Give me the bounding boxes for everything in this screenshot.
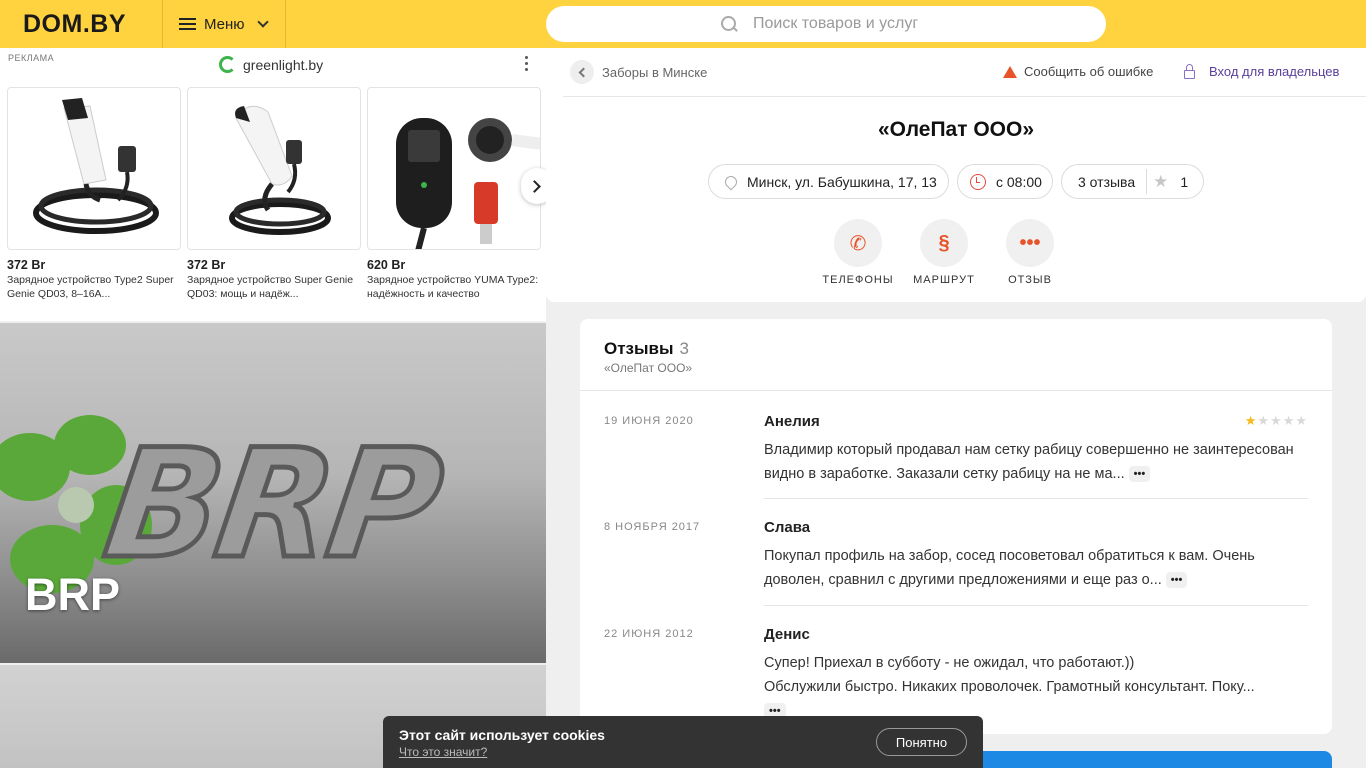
back-button[interactable] [570,60,594,84]
product-description: Зарядное устройство Type2 Super Genie QD… [7,274,174,300]
divider [764,498,1308,499]
product-image [7,87,181,250]
hamburger-icon [179,18,196,30]
phones-action[interactable]: ✆ ТЕЛЕФОНЫ [818,219,898,286]
owner-login-label: Вход для владельцев [1209,64,1340,79]
star-empty-icon: ★ [1270,413,1283,428]
product-price: 620 Br [367,258,406,272]
review-author: Анелия [764,413,820,430]
product-price: 372 Br [187,258,226,272]
search-input[interactable] [753,15,1083,33]
product-image [187,87,361,250]
review-body-line: Обслужили быстро. Никаких проволочек. Гр… [764,679,1255,695]
brp-logo-letters: BRP [93,416,450,595]
reviews-heading: Отзывы [604,339,674,358]
rating-value: 1 [1180,173,1189,190]
star-empty-icon: ★ [1295,413,1308,428]
star-empty-icon: ★ [1282,413,1296,428]
star-filled-icon: ★ [1244,413,1258,428]
review-author: Слава [764,519,811,536]
review-body: Владимир который продавал нам сетку раби… [764,442,1294,482]
chevron-down-icon [256,15,269,28]
ad-product-card[interactable]: 372 Br Зарядное устройство Super Genie Q… [187,87,361,301]
star-empty-icon: ★ [1257,413,1271,428]
ad-product-card[interactable]: 372 Br Зарядное устройство Type2 Super G… [7,87,181,301]
expand-review-button[interactable]: ••• [1165,572,1188,589]
review-rating: ★★★★★ [1245,413,1308,429]
reviews-count-badge: 3 [679,339,689,358]
ad-options-icon[interactable] [525,56,528,71]
ad-label: РЕКЛАМА [8,53,55,63]
owner-login-link[interactable]: Вход для владельцев [1184,63,1340,79]
lock-icon [1184,63,1195,79]
hours-pill[interactable]: с 08:00 [957,164,1053,199]
warning-icon [1003,65,1017,78]
divider [764,605,1308,606]
ad-product-card[interactable]: 620 Br Зарядное устройство YUMA Type2: н… [367,87,541,301]
reviews-pill[interactable]: 3 отзыва ★ 1 [1061,164,1204,199]
site-logo[interactable]: DOM.BY [23,10,126,39]
product-image [367,87,541,250]
divider [563,96,1366,97]
report-error-link[interactable]: Сообщить об ошибке [1003,64,1153,79]
route-action[interactable]: § МАРШРУТ [904,219,984,286]
address-text: Минск, ул. Бабушкина, 17, 13 [747,173,937,190]
ad-brand-name: greenlight.by [243,56,324,73]
pill-separator [1146,169,1148,194]
phones-label: ТЕЛЕФОНЫ [822,274,894,286]
route-label: МАРШРУТ [913,274,975,286]
ad-block: РЕКЛАМА greenlight.by 372 Br Зарядное ус… [0,48,553,321]
hours-text: с 08:00 [996,173,1042,190]
reviews-title: Отзывы 3 [604,339,689,359]
divider [580,390,1332,391]
search-bar[interactable] [546,6,1106,42]
ad-brand-link[interactable]: greenlight.by [219,56,323,73]
search-icon [720,15,738,33]
company-card: Заборы в Минске Сообщить об ошибке Вход … [546,48,1366,302]
route-icon: § [920,219,968,267]
greenlight-logo-icon [219,56,236,73]
cookie-banner: Этот сайт использует cookies Что это зна… [383,716,983,768]
top-header: DOM.BY Меню [0,0,1366,48]
address-pill[interactable]: Минск, ул. Бабушкина, 17, 13 [708,164,949,199]
chevron-right-icon [528,179,541,193]
reviews-card: Отзывы 3 «ОлеПат ООО» 19 ИЮНЯ 2020 Анелия… [580,319,1332,734]
star-icon: ★ [1153,171,1169,191]
product-price: 372 Br [7,258,46,272]
brp-banner[interactable]: BRP BRP [0,323,546,663]
location-pin-icon [722,173,740,190]
review-date: 8 НОЯБРЯ 2017 [604,521,701,533]
breadcrumb[interactable]: Заборы в Минске [602,65,707,80]
menu-button[interactable]: Меню [162,0,286,48]
review-date: 19 ИЮНЯ 2020 [604,415,694,427]
cookie-title: Этот сайт использует cookies [399,727,605,743]
review-action[interactable]: ••• ОТЗЫВ [990,219,1070,286]
report-error-label: Сообщить об ошибке [1024,64,1154,79]
expand-review-button[interactable]: ••• [1128,466,1151,483]
chat-bubble-icon: ••• [1006,219,1054,267]
product-description: Зарядное устройство Super Genie QD03: мо… [187,274,354,300]
review-text: Супер! Приехал в субботу - не ожидал, чт… [764,651,1294,723]
reviews-count-text: 3 отзыва [1078,173,1136,190]
review-text: Владимир который продавал нам сетку раби… [764,438,1294,486]
review-text: Покупал профиль на забор, сосед посовето… [764,544,1294,592]
review-body-line: Супер! Приехал в субботу - не ожидал, чт… [764,655,1135,671]
clock-icon [970,173,986,190]
reviews-subtitle: «ОлеПат ООО» [604,361,693,375]
page-title: «ОлеПат ООО» [877,118,1035,141]
review-author: Денис [764,626,810,643]
product-description: Зарядное устройство YUMA Type2: надёжнос… [367,274,539,300]
cookie-info-link[interactable]: Что это значит? [399,745,487,759]
review-date: 22 ИЮНЯ 2012 [604,628,694,640]
banner-title: BRP [25,569,121,620]
menu-label: Меню [204,15,245,33]
cookie-accept-button[interactable]: Понятно [876,728,967,756]
chevron-left-icon [578,67,589,77]
review-label: ОТЗЫВ [1008,274,1052,286]
phone-icon: ✆ [834,219,882,267]
